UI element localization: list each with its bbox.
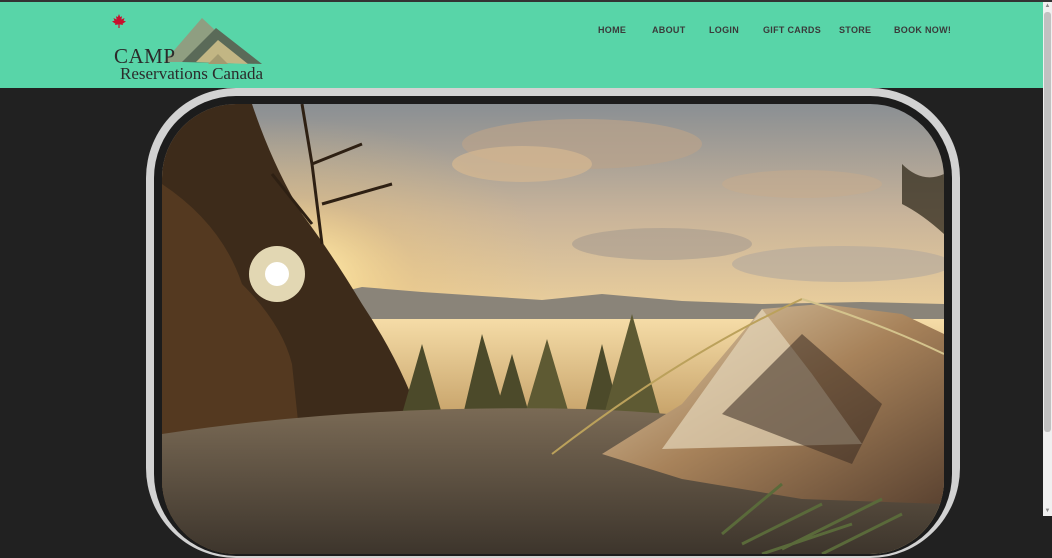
scroll-up-icon[interactable]: ▲ (1043, 2, 1052, 11)
nav-store[interactable]: STORE (839, 25, 894, 35)
nav-book-now[interactable]: BOOK NOW! (894, 25, 954, 35)
site-header: CAMP Reservations Canada HOME ABOUT LOGI… (0, 2, 1043, 88)
main-nav: HOME ABOUT LOGIN GIFT CARDS STORE BOOK N… (598, 25, 954, 35)
scroll-thumb[interactable] (1044, 12, 1051, 432)
nav-gift-cards[interactable]: GIFT CARDS (763, 25, 839, 35)
hero-image (162, 104, 944, 554)
nav-about[interactable]: ABOUT (652, 25, 709, 35)
nav-login[interactable]: LOGIN (709, 25, 763, 35)
nav-home[interactable]: HOME (598, 25, 652, 35)
scroll-down-icon[interactable]: ▼ (1043, 507, 1052, 516)
scrollbar[interactable]: ▲ ▼ (1043, 2, 1052, 516)
logo-reservations-text: Reservations Canada (120, 64, 264, 83)
maple-leaf-icon (112, 14, 126, 28)
camping-scene (162, 104, 944, 554)
site-logo[interactable]: CAMP Reservations Canada (112, 14, 282, 86)
